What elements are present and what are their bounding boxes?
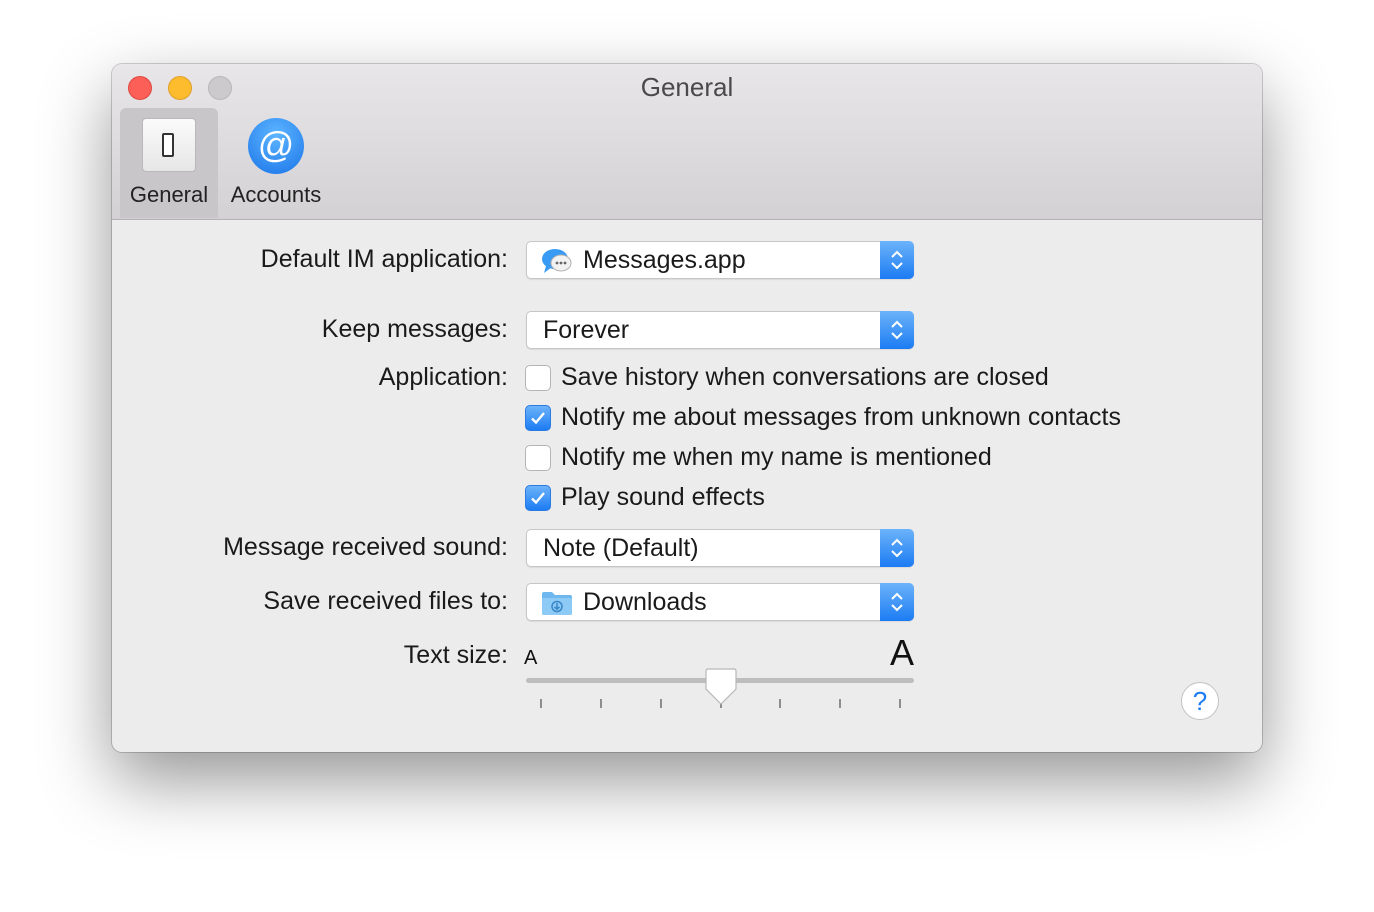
received-sound-popup[interactable]: Note (Default) [526,529,914,567]
chevron-up-down-icon [880,583,914,621]
window-title: General [640,72,734,102]
received-sound-label: Message received sound: [223,533,508,561]
text-size-label: Text size: [403,641,508,669]
play-sound-label[interactable]: Play sound effects [561,483,765,512]
save-history-label[interactable]: Save history when conversations are clos… [561,363,1049,392]
save-files-value: Downloads [583,588,707,616]
application-label: Application: [378,363,508,391]
chevron-up-down-icon [880,529,914,567]
downloads-folder-icon [542,592,572,615]
tab-accounts[interactable]: @ Accounts [224,108,328,218]
checkmark-icon [531,492,545,505]
notify-mentioned-checkbox[interactable] [525,445,551,471]
received-sound-value: Note (Default) [543,534,699,562]
save-files-popup[interactable]: Downloads [526,583,914,621]
slider-tick [540,699,542,708]
default-im-popup[interactable]: Messages.app [526,241,914,279]
tab-general-label: General [129,182,209,207]
messages-app-icon [542,249,572,273]
text-size-slider-knob[interactable] [704,667,738,707]
chevron-up-down-icon [880,311,914,349]
slider-tick [659,699,662,708]
tab-accounts-label: Accounts [230,182,322,207]
small-text-glyph: A [524,647,538,669]
notify-unknown-label[interactable]: Notify me about messages from unknown co… [561,403,1121,432]
checkmark-icon [531,412,545,425]
notify-mentioned-label[interactable]: Notify me when my name is mentioned [561,443,992,472]
tab-general[interactable]: General [120,108,218,218]
switch-icon [142,118,196,172]
slider-tick [599,699,602,708]
at-icon: @ [248,118,304,174]
default-im-label: Default IM application: [260,245,508,273]
slider-tick [899,699,901,708]
chevron-up-down-icon [880,241,914,279]
play-sound-checkbox[interactable] [525,485,551,511]
default-im-value: Messages.app [583,246,746,274]
keep-messages-popup[interactable]: Forever [526,311,914,349]
keep-messages-value: Forever [543,316,630,344]
large-text-glyph: A [890,632,915,673]
toolbar: General General @ Accounts [112,64,1262,220]
keep-messages-label: Keep messages: [321,315,508,343]
preferences-window: General General @ Accounts Default IM ap… [112,64,1262,752]
slider-tick [779,699,782,708]
slider-tick [839,699,842,708]
save-files-label: Save received files to: [263,587,508,615]
save-history-checkbox[interactable] [525,365,551,391]
help-button[interactable]: ? [1181,682,1219,720]
notify-unknown-checkbox[interactable] [525,405,551,431]
